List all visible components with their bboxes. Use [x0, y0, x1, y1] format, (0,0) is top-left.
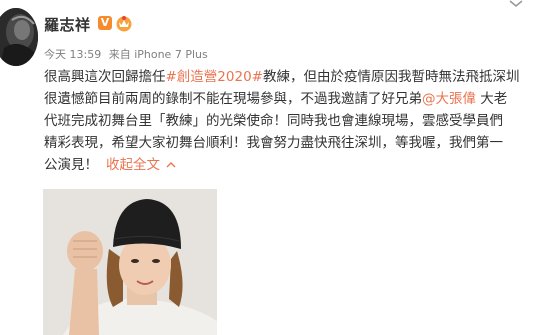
- post-source: 来自 iPhone 7 Plus: [108, 48, 208, 61]
- mention-link[interactable]: @大張偉: [422, 91, 476, 107]
- vip-crown-icon[interactable]: [115, 14, 133, 32]
- post-photo-image: [43, 189, 217, 335]
- post-time[interactable]: 今天 13:59: [44, 48, 101, 61]
- post-line-1: 很高興這次回歸擔任#創造營2020#教練，但由於疫情原因我暫時無法飛抵深圳: [44, 66, 534, 88]
- avatar-image: [0, 8, 38, 66]
- avatar[interactable]: [0, 8, 38, 66]
- post-photo[interactable]: [43, 189, 217, 335]
- post-line-5-text: 公演見！: [44, 157, 98, 173]
- post-line-3: 代班完成初舞台里「教練」的光榮使命！同時我也會連線現場，雲感受學員們: [44, 113, 503, 129]
- post-line-2-text-a: 很遺憾節目前兩周的錄制不能在現場參與，不過我邀請了好兄弟: [44, 91, 422, 107]
- topic-link[interactable]: #創造營2020#: [166, 69, 263, 85]
- post-line-4: 精彩表現，希望大家初舞台順利！我會努力盡快飛往深圳，等我喔，我們第一: [44, 135, 503, 151]
- post-meta: 今天 13:59 来自 iPhone 7 Plus: [44, 46, 212, 62]
- post-line-2: 很遺憾節目前兩周的錄制不能在現場參與，不過我邀請了好兄弟@大張偉 大老: [44, 88, 534, 110]
- username[interactable]: 羅志祥: [44, 14, 91, 35]
- collapse-button[interactable]: 收起全文: [106, 157, 176, 173]
- chevron-up-icon: [166, 162, 176, 168]
- post-line-1-text-b: 教練，但由於疫情原因我暫時無法飛抵深圳: [262, 69, 520, 85]
- post-text: 很高興這次回歸擔任#創造營2020#教練，但由於疫情原因我暫時無法飛抵深圳 很遺…: [44, 66, 534, 176]
- verified-badge: V: [98, 16, 112, 30]
- chevron-down-icon[interactable]: [506, 0, 526, 10]
- post-line-5: 公演見！ 收起全文: [44, 154, 534, 176]
- collapse-label: 收起全文: [106, 157, 160, 173]
- post-line-1-text-a: 很高興這次回歸擔任: [44, 69, 166, 85]
- post-line-2-text-b: 大老: [476, 91, 508, 107]
